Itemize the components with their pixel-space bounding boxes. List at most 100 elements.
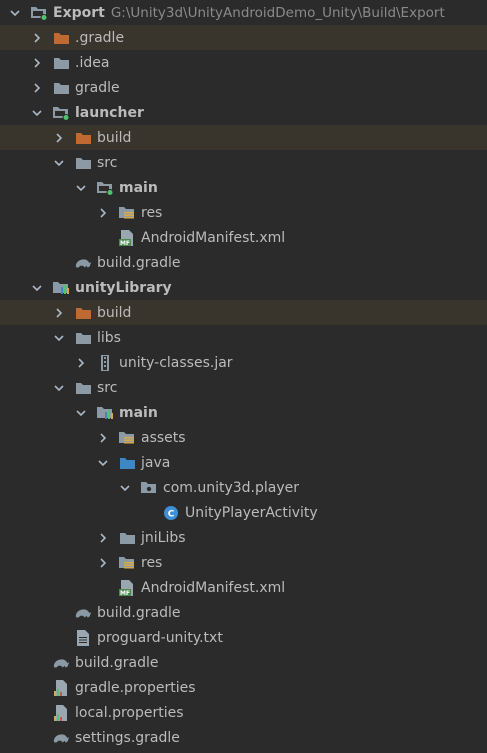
chevron-right-icon[interactable] (96, 206, 110, 220)
chevron-down-icon[interactable] (30, 281, 44, 295)
excluded-folder-icon (74, 130, 92, 146)
manifest-file-icon: MF (118, 579, 136, 596)
tree-row[interactable]: jniLibs (0, 525, 487, 550)
tree-row[interactable]: res (0, 550, 487, 575)
gradle-file-icon (74, 605, 92, 621)
tree-row[interactable]: src (0, 150, 487, 175)
chevron-down-icon[interactable] (52, 156, 66, 170)
chevron-right-icon[interactable] (30, 31, 44, 45)
chevron-right-icon[interactable] (52, 131, 66, 145)
tree-row[interactable]: com.unity3d.player (0, 475, 487, 500)
tree-item-label: jniLibs (141, 529, 186, 546)
java-class-icon: C (162, 505, 180, 521)
tree-row[interactable]: .gradle (0, 25, 487, 50)
tree-item-label: src (97, 379, 118, 396)
tree-row[interactable]: C UnityPlayerActivity (0, 500, 487, 525)
tree-row[interactable]: src (0, 375, 487, 400)
tree-row[interactable]: java (0, 450, 487, 475)
text-file-icon (74, 629, 92, 646)
tree-row[interactable]: build (0, 125, 487, 150)
tree-item-label: res (141, 554, 163, 571)
tree-row[interactable]: main (0, 400, 487, 425)
tree-row[interactable]: .idea (0, 50, 487, 75)
chevron-right-icon[interactable] (30, 56, 44, 70)
chevron-down-icon[interactable] (52, 381, 66, 395)
chevron-down-icon[interactable] (30, 106, 44, 120)
resources-folder-icon (118, 430, 136, 446)
resources-folder-icon (118, 555, 136, 571)
gradle-file-icon (52, 655, 70, 671)
tree-row[interactable]: MF AndroidManifest.xml (0, 225, 487, 250)
tree-item-label: assets (141, 429, 186, 446)
chevron-right-icon[interactable] (74, 356, 88, 370)
svg-text:MF: MF (120, 590, 130, 596)
chevron-right-icon[interactable] (52, 306, 66, 320)
gradle-file-icon (52, 730, 70, 746)
jar-file-icon (96, 354, 114, 371)
tree-row[interactable]: build.gradle (0, 650, 487, 675)
tree-row[interactable]: gradle.properties (0, 675, 487, 700)
tree-row[interactable]: assets (0, 425, 487, 450)
excluded-folder-icon (52, 30, 70, 46)
tree-item-label: AndroidManifest.xml (141, 229, 286, 246)
tree-item-label: unity-classes.jar (119, 354, 233, 371)
tree-row[interactable]: launcher (0, 100, 487, 125)
tree-row[interactable]: build.gradle (0, 250, 487, 275)
module-folder-icon (52, 105, 70, 121)
chevron-down-icon[interactable] (118, 481, 132, 495)
tree-row[interactable]: main (0, 175, 487, 200)
tree-row[interactable]: res (0, 200, 487, 225)
chevron-down-icon[interactable] (52, 331, 66, 345)
tree-item-label: build (97, 129, 132, 146)
tree-row[interactable]: proguard-unity.txt (0, 625, 487, 650)
properties-file-icon (52, 679, 70, 696)
chevron-right-icon[interactable] (96, 556, 110, 570)
tree-row[interactable]: build.gradle (0, 600, 487, 625)
tree-item-label: res (141, 204, 163, 221)
chevron-down-icon[interactable] (74, 181, 88, 195)
library-module-folder-icon (96, 405, 114, 421)
folder-icon (52, 55, 70, 71)
tree-row[interactable]: libs (0, 325, 487, 350)
tree-row[interactable]: Export G:\Unity3d\UnityAndroidDemo_Unity\… (0, 0, 487, 25)
chevron-down-icon[interactable] (96, 456, 110, 470)
tree-item-label: main (119, 179, 158, 196)
tree-item-label: build (97, 304, 132, 321)
module-folder-icon (30, 5, 48, 21)
tree-item-label: launcher (75, 104, 144, 121)
folder-icon (74, 330, 92, 346)
tree-item-label: .idea (75, 54, 110, 71)
svg-text:MF: MF (120, 240, 130, 246)
tree-item-label: libs (97, 329, 121, 346)
chevron-right-icon[interactable] (30, 81, 44, 95)
tree-item-label: build.gradle (97, 254, 181, 271)
tree-row[interactable]: settings.gradle (0, 725, 487, 750)
chevron-down-icon[interactable] (74, 406, 88, 420)
tree-row[interactable]: build (0, 300, 487, 325)
tree-row[interactable]: local.properties (0, 700, 487, 725)
folder-icon (74, 155, 92, 171)
manifest-file-icon: MF (118, 229, 136, 246)
properties-file-icon (52, 704, 70, 721)
tree-item-label: build.gradle (97, 604, 181, 621)
folder-icon (52, 80, 70, 96)
chevron-right-icon[interactable] (96, 431, 110, 445)
tree-row[interactable]: unityLibrary (0, 275, 487, 300)
tree-item-label: AndroidManifest.xml (141, 579, 286, 596)
chevron-right-icon[interactable] (96, 531, 110, 545)
tree-row[interactable]: unity-classes.jar (0, 350, 487, 375)
tree-item-label: local.properties (75, 704, 184, 721)
chevron-down-icon[interactable] (8, 6, 22, 20)
tree-item-label: src (97, 154, 118, 171)
tree-row[interactable]: MF AndroidManifest.xml (0, 575, 487, 600)
tree-item-label: main (119, 404, 158, 421)
folder-icon (74, 380, 92, 396)
gradle-file-icon (74, 255, 92, 271)
project-tree: Export G:\Unity3d\UnityAndroidDemo_Unity\… (0, 0, 487, 753)
tree-item-label: java (141, 454, 171, 471)
tree-row[interactable]: gradle (0, 75, 487, 100)
tree-item-label: com.unity3d.player (163, 479, 300, 496)
tree-item-label: settings.gradle (75, 729, 180, 746)
source-folder-icon (118, 455, 136, 471)
tree-item-label: Export (53, 4, 105, 21)
